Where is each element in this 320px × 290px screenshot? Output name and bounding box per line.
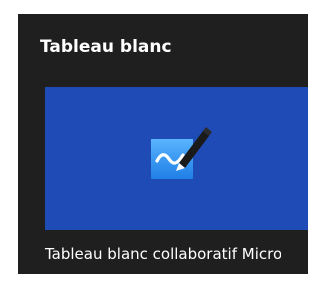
whiteboard-pen-icon	[151, 127, 212, 179]
app-name[interactable]: Tableau blanc collaboratif Microsoft Whi…	[45, 245, 281, 263]
whiteboard-panel: Tableau blanc Tableau blanc collaboratif…	[18, 14, 308, 274]
section-title: Tableau blanc	[40, 37, 172, 57]
app-caption-container: Tableau blanc collaboratif Microsoft Whi…	[18, 245, 281, 273]
whiteboard-app-tile[interactable]	[45, 87, 308, 230]
